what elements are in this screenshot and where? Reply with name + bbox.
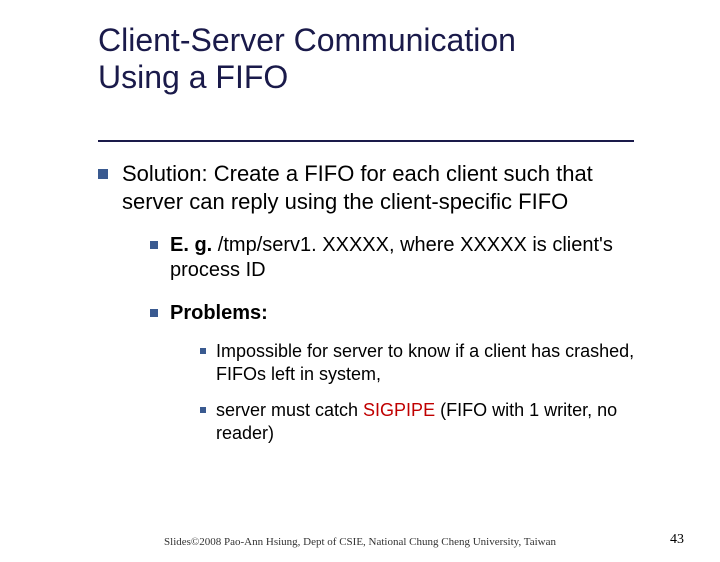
p2-pre: server must catch [216,400,363,420]
bullet-square-icon [150,309,158,317]
bullet-text-problem1: Impossible for server to know if a clien… [216,340,658,385]
p2-sigpipe: SIGPIPE [363,400,435,420]
page-number: 43 [670,532,684,548]
footer-attribution: Slides©2008 Pao-Ann Hsiung, Dept of CSIE… [0,536,720,548]
bullet-level2: E. g. /tmp/serv1. XXXXX, where XXXXX is … [150,233,658,283]
bullet-level2: Problems: [150,301,658,326]
title-rule [98,140,634,142]
slide-title: Client-Server Communication Using a FIFO [98,22,720,96]
bullet-level3: server must catch SIGPIPE (FIFO with 1 w… [200,399,658,444]
content-area: Solution: Create a FIFO for each client … [98,160,658,444]
bullet-square-icon [200,348,206,354]
bullet-text-solution: Solution: Create a FIFO for each client … [122,160,658,215]
bullet-text-example: E. g. /tmp/serv1. XXXXX, where XXXXX is … [170,233,658,283]
bullet-level3: Impossible for server to know if a clien… [200,340,658,385]
bullet-square-icon [98,169,108,179]
eg-label: E. g. [170,234,218,256]
eg-text: /tmp/serv1. XXXXX, where XXXXX is client… [170,234,613,281]
title-line1: Client-Server Communication [98,22,516,58]
bullet-text-problem2: server must catch SIGPIPE (FIFO with 1 w… [216,399,658,444]
bullet-level1: Solution: Create a FIFO for each client … [98,160,658,215]
bullet-square-icon [200,407,206,413]
title-line2: Using a FIFO [98,59,288,95]
slide: Client-Server Communication Using a FIFO… [0,22,720,562]
bullet-text-problems: Problems: [170,301,268,326]
bullet-square-icon [150,241,158,249]
